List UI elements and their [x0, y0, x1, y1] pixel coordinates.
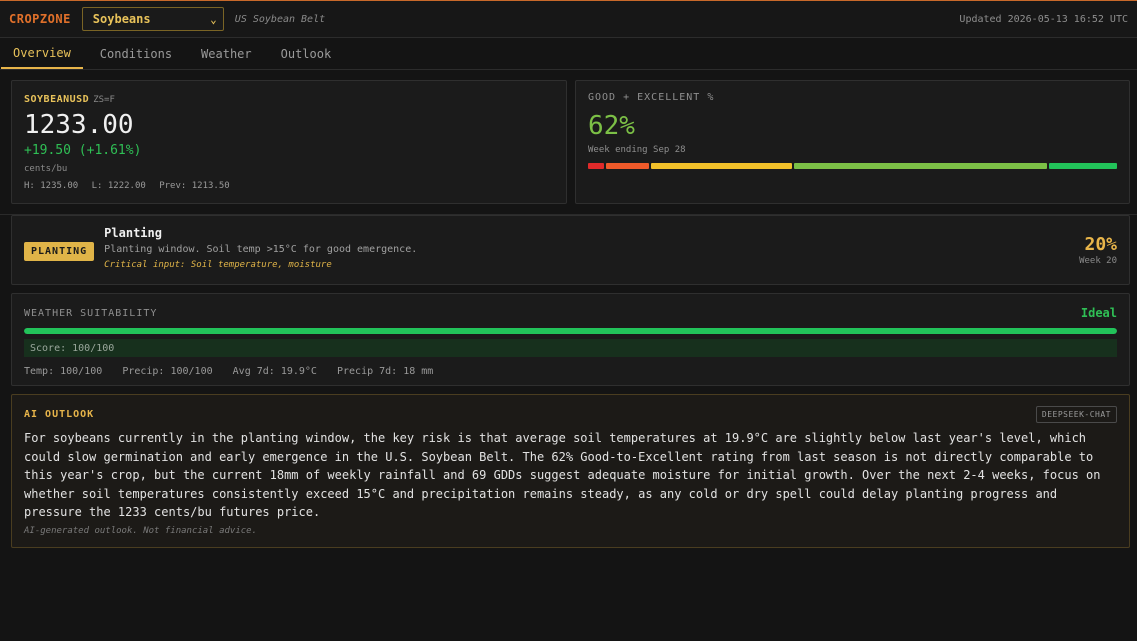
- tab-outlook[interactable]: Outlook: [269, 38, 344, 69]
- condition-segment-excellent: [1049, 163, 1117, 169]
- condition-segment-poor: [606, 163, 650, 169]
- tab-bar: Overview Conditions Weather Outlook: [0, 38, 1137, 70]
- crop-select[interactable]: Soybeans ⌄: [81, 7, 224, 31]
- ai-outlook-card: AI OUTLOOK DEEPSEEK-CHAT For soybeans cu…: [11, 394, 1130, 548]
- price-symbol: SOYBEANUSD: [24, 94, 90, 105]
- weather-card: WEATHER SUITABILITY Ideal Score: 100/100…: [11, 293, 1130, 386]
- brand-logo[interactable]: CROPZONE: [9, 12, 71, 26]
- price-high: H: 1235.00: [24, 181, 79, 191]
- price-low: L: 1222.00: [91, 181, 146, 191]
- weather-temp: Temp: 100/100: [24, 366, 103, 377]
- updated-timestamp: Updated 2026-05-13 16:52 UTC: [959, 13, 1128, 25]
- ai-model-badge: DEEPSEEK-CHAT: [1035, 406, 1117, 423]
- stage-week: Week 20: [1079, 256, 1117, 266]
- stage-badge: PLANTING: [24, 242, 95, 261]
- region-label: US Soybean Belt: [234, 13, 326, 25]
- weather-avg7d: Avg 7d: 19.9°C: [232, 366, 317, 377]
- condition-value: 62%: [588, 111, 635, 141]
- condition-week: Week ending Sep 28: [588, 145, 686, 155]
- stage-critical-input: Critical input: Soil temperature, moistu…: [104, 260, 332, 270]
- stage-card: PLANTING Planting Planting window. Soil …: [11, 215, 1130, 285]
- price-card: SOYBEANUSD ZS=F 1233.00 +19.50 (+1.61%) c…: [11, 80, 567, 204]
- chevron-down-icon: ⌄: [210, 12, 217, 26]
- price-unit: cents/bu: [24, 164, 68, 174]
- stage-description: Planting window. Soil temp >15°C for goo…: [104, 244, 418, 255]
- condition-card: GOOD + EXCELLENT % 62% Week ending Sep 2…: [575, 80, 1130, 204]
- ai-disclaimer: AI-generated outlook. Not financial advi…: [24, 525, 257, 536]
- weather-score-fill: [24, 328, 1117, 334]
- price-range: H: 1235.00 L: 1222.00 Prev: 1213.50: [24, 181, 554, 191]
- tab-conditions[interactable]: Conditions: [88, 38, 184, 69]
- stage-percent: 20%: [1084, 234, 1117, 255]
- price-change: +19.50 (+1.61%): [24, 143, 142, 158]
- stage-title: Planting: [104, 226, 162, 240]
- top-bar: CROPZONE Soybeans ⌄ US Soybean Belt Upda…: [0, 0, 1137, 38]
- tab-weather[interactable]: Weather: [189, 38, 264, 69]
- condition-segment-fair: [651, 163, 792, 169]
- weather-stats: Temp: 100/100 Precip: 100/100 Avg 7d: 19…: [24, 366, 1117, 377]
- weather-precip: Precip: 100/100: [122, 366, 213, 377]
- ai-outlook-text: For soybeans currently in the planting w…: [24, 431, 1101, 519]
- weather-rating: Ideal: [1080, 306, 1117, 320]
- weather-score-bar: [24, 328, 1117, 334]
- crop-select-value: Soybeans: [92, 12, 151, 26]
- condition-segment-very-poor: [588, 163, 605, 169]
- price-prev: Prev: 1213.50: [159, 181, 230, 191]
- condition-segment-good: [793, 163, 1048, 169]
- weather-score-text: Score: 100/100: [24, 339, 1117, 357]
- condition-bar: [588, 163, 1117, 169]
- ai-outlook-title: AI OUTLOOK: [24, 409, 95, 420]
- price-value: 1233.00: [24, 110, 134, 140]
- tab-overview[interactable]: Overview: [1, 38, 83, 69]
- price-ticker: ZS=F: [93, 95, 115, 105]
- weather-precip7d: Precip 7d: 18 mm: [336, 366, 434, 377]
- condition-label: GOOD + EXCELLENT %: [588, 92, 715, 103]
- weather-label: WEATHER SUITABILITY: [24, 307, 158, 319]
